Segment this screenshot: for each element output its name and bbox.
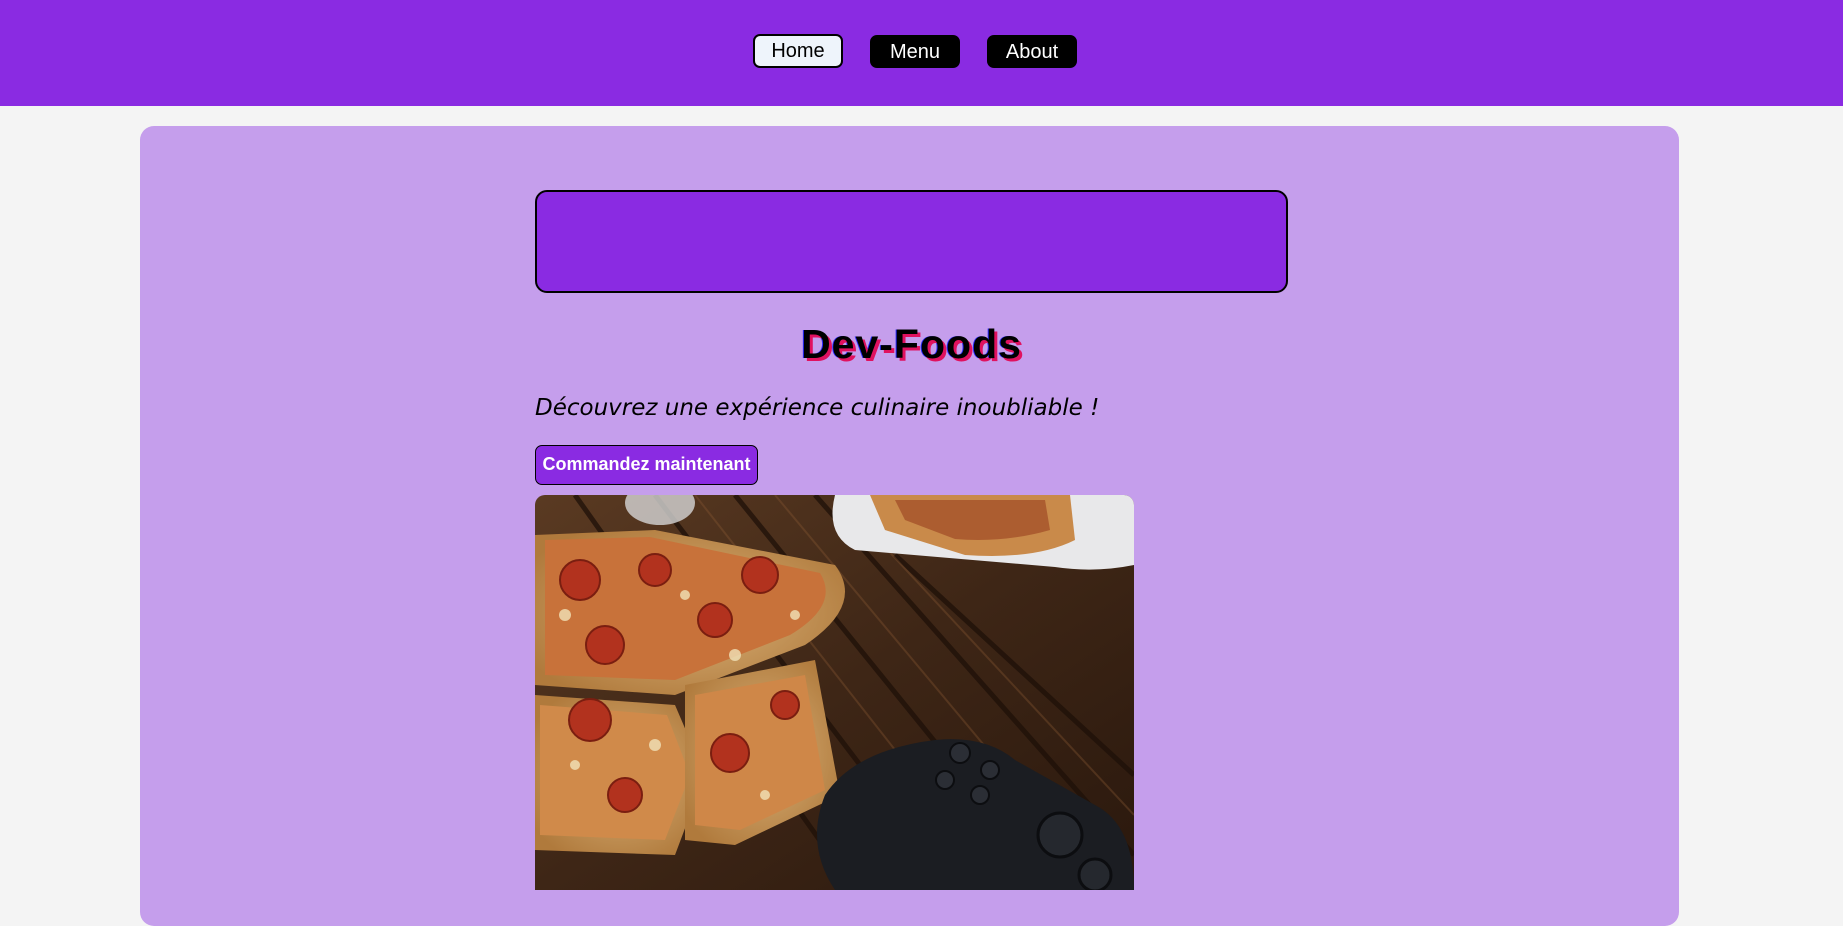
hero-banner — [535, 190, 1288, 293]
nav-home-button[interactable]: Home — [753, 34, 843, 68]
top-navigation-bar: Home Menu About — [0, 0, 1843, 106]
page-title: Dev-Foods — [801, 321, 1022, 367]
nav-about-button[interactable]: About — [987, 35, 1077, 68]
order-now-button[interactable]: Commandez maintenant — [535, 445, 758, 485]
pizza-photo — [535, 495, 1134, 890]
tagline: Découvrez une expérience culinaire inoub… — [535, 395, 1100, 421]
pizza-photo-illustration — [535, 495, 1134, 890]
nav-menu-button[interactable]: Menu — [870, 35, 960, 68]
